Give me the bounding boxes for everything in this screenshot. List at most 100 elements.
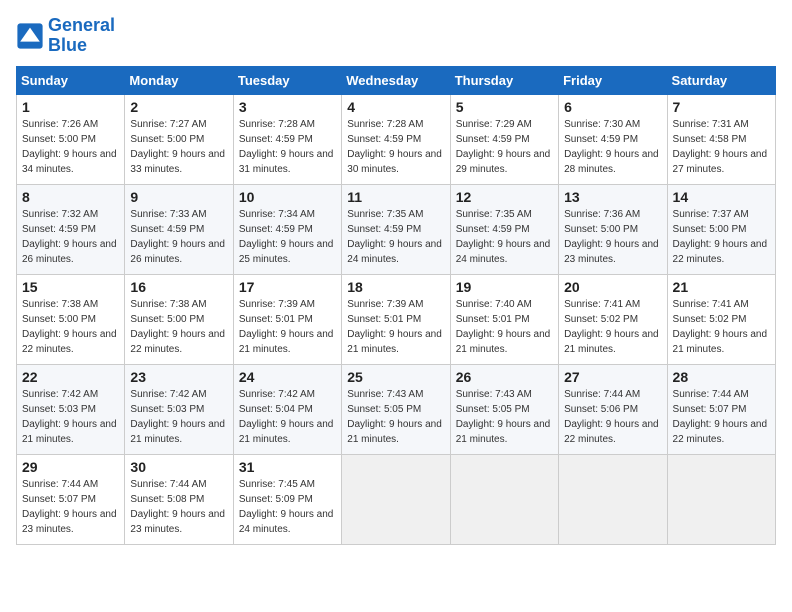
day-info: Sunrise: 7:40 AMSunset: 5:01 PMDaylight:… — [456, 299, 551, 355]
calendar-cell: 12 Sunrise: 7:35 AMSunset: 4:59 PMDaylig… — [450, 184, 558, 274]
calendar-cell: 27 Sunrise: 7:44 AMSunset: 5:06 PMDaylig… — [559, 364, 667, 454]
day-number: 1 — [22, 99, 119, 115]
calendar-cell: 18 Sunrise: 7:39 AMSunset: 5:01 PMDaylig… — [342, 274, 450, 364]
day-info: Sunrise: 7:30 AMSunset: 4:59 PMDaylight:… — [564, 119, 659, 175]
weekday-header-tuesday: Tuesday — [233, 66, 341, 94]
day-number: 26 — [456, 369, 553, 385]
calendar-week-5: 29 Sunrise: 7:44 AMSunset: 5:07 PMDaylig… — [17, 454, 776, 544]
calendar-cell: 6 Sunrise: 7:30 AMSunset: 4:59 PMDayligh… — [559, 94, 667, 184]
calendar-cell: 9 Sunrise: 7:33 AMSunset: 4:59 PMDayligh… — [125, 184, 233, 274]
weekday-header-sunday: Sunday — [17, 66, 125, 94]
day-number: 14 — [673, 189, 770, 205]
day-info: Sunrise: 7:31 AMSunset: 4:58 PMDaylight:… — [673, 119, 768, 175]
calendar-cell: 31 Sunrise: 7:45 AMSunset: 5:09 PMDaylig… — [233, 454, 341, 544]
day-number: 5 — [456, 99, 553, 115]
day-number: 30 — [130, 459, 227, 475]
day-number: 25 — [347, 369, 444, 385]
weekday-header-saturday: Saturday — [667, 66, 775, 94]
day-info: Sunrise: 7:42 AMSunset: 5:03 PMDaylight:… — [130, 389, 225, 445]
calendar-cell: 25 Sunrise: 7:43 AMSunset: 5:05 PMDaylig… — [342, 364, 450, 454]
day-number: 10 — [239, 189, 336, 205]
calendar-cell: 26 Sunrise: 7:43 AMSunset: 5:05 PMDaylig… — [450, 364, 558, 454]
day-info: Sunrise: 7:32 AMSunset: 4:59 PMDaylight:… — [22, 209, 117, 265]
calendar-cell: 13 Sunrise: 7:36 AMSunset: 5:00 PMDaylig… — [559, 184, 667, 274]
day-info: Sunrise: 7:33 AMSunset: 4:59 PMDaylight:… — [130, 209, 225, 265]
day-info: Sunrise: 7:39 AMSunset: 5:01 PMDaylight:… — [239, 299, 334, 355]
logo-icon — [16, 22, 44, 50]
day-info: Sunrise: 7:35 AMSunset: 4:59 PMDaylight:… — [456, 209, 551, 265]
calendar-cell: 20 Sunrise: 7:41 AMSunset: 5:02 PMDaylig… — [559, 274, 667, 364]
calendar-cell: 5 Sunrise: 7:29 AMSunset: 4:59 PMDayligh… — [450, 94, 558, 184]
day-info: Sunrise: 7:43 AMSunset: 5:05 PMDaylight:… — [456, 389, 551, 445]
day-info: Sunrise: 7:43 AMSunset: 5:05 PMDaylight:… — [347, 389, 442, 445]
day-info: Sunrise: 7:35 AMSunset: 4:59 PMDaylight:… — [347, 209, 442, 265]
day-number: 22 — [22, 369, 119, 385]
day-info: Sunrise: 7:44 AMSunset: 5:06 PMDaylight:… — [564, 389, 659, 445]
calendar-cell: 30 Sunrise: 7:44 AMSunset: 5:08 PMDaylig… — [125, 454, 233, 544]
day-info: Sunrise: 7:42 AMSunset: 5:04 PMDaylight:… — [239, 389, 334, 445]
day-info: Sunrise: 7:44 AMSunset: 5:08 PMDaylight:… — [130, 479, 225, 535]
day-info: Sunrise: 7:28 AMSunset: 4:59 PMDaylight:… — [347, 119, 442, 175]
day-info: Sunrise: 7:27 AMSunset: 5:00 PMDaylight:… — [130, 119, 225, 175]
calendar-cell: 22 Sunrise: 7:42 AMSunset: 5:03 PMDaylig… — [17, 364, 125, 454]
calendar-table: SundayMondayTuesdayWednesdayThursdayFrid… — [16, 66, 776, 545]
day-info: Sunrise: 7:39 AMSunset: 5:01 PMDaylight:… — [347, 299, 442, 355]
calendar-cell: 4 Sunrise: 7:28 AMSunset: 4:59 PMDayligh… — [342, 94, 450, 184]
calendar-cell: 3 Sunrise: 7:28 AMSunset: 4:59 PMDayligh… — [233, 94, 341, 184]
day-number: 28 — [673, 369, 770, 385]
day-number: 19 — [456, 279, 553, 295]
calendar-cell — [559, 454, 667, 544]
day-number: 8 — [22, 189, 119, 205]
calendar-cell: 8 Sunrise: 7:32 AMSunset: 4:59 PMDayligh… — [17, 184, 125, 274]
calendar-cell: 16 Sunrise: 7:38 AMSunset: 5:00 PMDaylig… — [125, 274, 233, 364]
calendar-week-3: 15 Sunrise: 7:38 AMSunset: 5:00 PMDaylig… — [17, 274, 776, 364]
day-info: Sunrise: 7:34 AMSunset: 4:59 PMDaylight:… — [239, 209, 334, 265]
calendar-cell: 28 Sunrise: 7:44 AMSunset: 5:07 PMDaylig… — [667, 364, 775, 454]
calendar-week-1: 1 Sunrise: 7:26 AMSunset: 5:00 PMDayligh… — [17, 94, 776, 184]
day-info: Sunrise: 7:42 AMSunset: 5:03 PMDaylight:… — [22, 389, 117, 445]
calendar-cell: 7 Sunrise: 7:31 AMSunset: 4:58 PMDayligh… — [667, 94, 775, 184]
day-info: Sunrise: 7:38 AMSunset: 5:00 PMDaylight:… — [22, 299, 117, 355]
day-number: 2 — [130, 99, 227, 115]
day-info: Sunrise: 7:36 AMSunset: 5:00 PMDaylight:… — [564, 209, 659, 265]
calendar-cell: 2 Sunrise: 7:27 AMSunset: 5:00 PMDayligh… — [125, 94, 233, 184]
calendar-cell: 29 Sunrise: 7:44 AMSunset: 5:07 PMDaylig… — [17, 454, 125, 544]
day-info: Sunrise: 7:44 AMSunset: 5:07 PMDaylight:… — [22, 479, 117, 535]
day-info: Sunrise: 7:44 AMSunset: 5:07 PMDaylight:… — [673, 389, 768, 445]
day-number: 3 — [239, 99, 336, 115]
day-number: 4 — [347, 99, 444, 115]
day-number: 12 — [456, 189, 553, 205]
day-number: 23 — [130, 369, 227, 385]
day-info: Sunrise: 7:45 AMSunset: 5:09 PMDaylight:… — [239, 479, 334, 535]
day-number: 16 — [130, 279, 227, 295]
day-info: Sunrise: 7:38 AMSunset: 5:00 PMDaylight:… — [130, 299, 225, 355]
calendar-cell — [342, 454, 450, 544]
day-info: Sunrise: 7:29 AMSunset: 4:59 PMDaylight:… — [456, 119, 551, 175]
weekday-header-monday: Monday — [125, 66, 233, 94]
calendar-cell: 15 Sunrise: 7:38 AMSunset: 5:00 PMDaylig… — [17, 274, 125, 364]
page-header: General Blue — [16, 16, 776, 56]
day-number: 29 — [22, 459, 119, 475]
day-number: 7 — [673, 99, 770, 115]
day-number: 13 — [564, 189, 661, 205]
calendar-week-4: 22 Sunrise: 7:42 AMSunset: 5:03 PMDaylig… — [17, 364, 776, 454]
calendar-cell: 19 Sunrise: 7:40 AMSunset: 5:01 PMDaylig… — [450, 274, 558, 364]
day-number: 11 — [347, 189, 444, 205]
calendar-cell: 21 Sunrise: 7:41 AMSunset: 5:02 PMDaylig… — [667, 274, 775, 364]
day-info: Sunrise: 7:26 AMSunset: 5:00 PMDaylight:… — [22, 119, 117, 175]
calendar-cell: 10 Sunrise: 7:34 AMSunset: 4:59 PMDaylig… — [233, 184, 341, 274]
day-number: 15 — [22, 279, 119, 295]
calendar-cell — [667, 454, 775, 544]
day-number: 18 — [347, 279, 444, 295]
day-number: 9 — [130, 189, 227, 205]
weekday-header-friday: Friday — [559, 66, 667, 94]
day-info: Sunrise: 7:41 AMSunset: 5:02 PMDaylight:… — [564, 299, 659, 355]
calendar-cell: 24 Sunrise: 7:42 AMSunset: 5:04 PMDaylig… — [233, 364, 341, 454]
day-number: 21 — [673, 279, 770, 295]
day-info: Sunrise: 7:37 AMSunset: 5:00 PMDaylight:… — [673, 209, 768, 265]
day-number: 17 — [239, 279, 336, 295]
calendar-week-2: 8 Sunrise: 7:32 AMSunset: 4:59 PMDayligh… — [17, 184, 776, 274]
calendar-cell: 17 Sunrise: 7:39 AMSunset: 5:01 PMDaylig… — [233, 274, 341, 364]
weekday-header-wednesday: Wednesday — [342, 66, 450, 94]
calendar-cell — [450, 454, 558, 544]
